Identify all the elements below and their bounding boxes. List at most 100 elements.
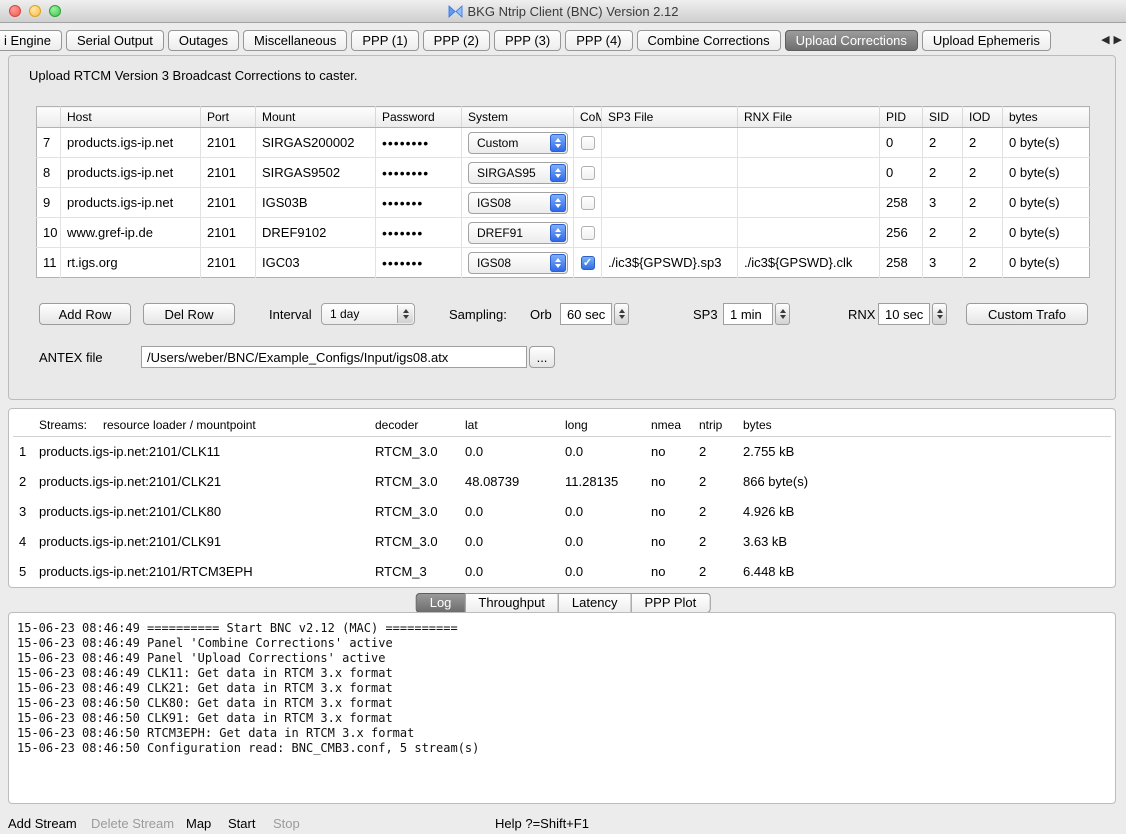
cell-host[interactable]: rt.igs.org <box>61 248 201 278</box>
cell-mount[interactable]: SIRGAS9502 <box>256 158 376 188</box>
spinner-icon[interactable] <box>614 303 629 325</box>
com-checkbox[interactable] <box>581 256 595 270</box>
system-dropdown[interactable]: Custom <box>468 132 568 154</box>
row-number: 7 <box>37 128 61 158</box>
cell-pid[interactable]: 0 <box>880 128 923 158</box>
stream-row[interactable]: 5 products.igs-ip.net:2101/RTCM3EPH RTCM… <box>13 556 1111 586</box>
system-dropdown[interactable]: IGS08 <box>468 252 568 274</box>
tab-outages[interactable]: Outages <box>168 30 239 51</box>
antex-browse-button[interactable]: ... <box>529 346 555 368</box>
cell-password[interactable]: ••••••• <box>376 218 462 248</box>
cell-password[interactable]: ••••••• <box>376 248 462 278</box>
close-button[interactable] <box>9 5 21 17</box>
stream-row[interactable]: 3 products.igs-ip.net:2101/CLK80 RTCM_3.… <box>13 496 1111 526</box>
system-dropdown[interactable]: DREF91 <box>468 222 568 244</box>
cell-sp3-file[interactable]: ./ic3${GPSWD}.sp3 <box>602 248 738 278</box>
stream-row[interactable]: 2 products.igs-ip.net:2101/CLK21 RTCM_3.… <box>13 466 1111 496</box>
tab-miscellaneous[interactable]: Miscellaneous <box>243 30 347 51</box>
rnx-sampling-spinbox[interactable]: 10 sec <box>878 303 947 325</box>
cell-rnx-file[interactable] <box>738 128 880 158</box>
tab-throughput[interactable]: Throughput <box>464 593 559 613</box>
com-checkbox[interactable] <box>581 136 595 150</box>
cell-password[interactable]: •••••••• <box>376 128 462 158</box>
tab-log[interactable]: Log <box>416 593 466 613</box>
cell-pid[interactable]: 258 <box>880 248 923 278</box>
cell-rnx-file[interactable] <box>738 158 880 188</box>
com-checkbox[interactable] <box>581 196 595 210</box>
cell-sid[interactable]: 3 <box>923 248 963 278</box>
cell-sid[interactable]: 2 <box>923 128 963 158</box>
cell-port[interactable]: 2101 <box>201 248 256 278</box>
cell-sp3-file[interactable] <box>602 218 738 248</box>
start-button[interactable]: Start <box>228 816 255 831</box>
cell-rnx-file[interactable] <box>738 218 880 248</box>
cell-sid[interactable]: 2 <box>923 158 963 188</box>
cell-iod[interactable]: 2 <box>963 218 1003 248</box>
spinner-icon[interactable] <box>775 303 790 325</box>
tab-serial-output[interactable]: Serial Output <box>66 30 164 51</box>
cell-sp3-file[interactable] <box>602 158 738 188</box>
header-iod: IOD <box>963 107 1003 128</box>
cell-port[interactable]: 2101 <box>201 218 256 248</box>
tab-scroll-left-icon[interactable]: ◀ <box>1101 33 1109 46</box>
add-stream-button[interactable]: Add Stream <box>8 816 77 831</box>
cell-host[interactable]: products.igs-ip.net <box>61 188 201 218</box>
cell-password[interactable]: ••••••• <box>376 188 462 218</box>
add-row-button[interactable]: Add Row <box>39 303 131 325</box>
interval-dropdown[interactable]: 1 day <box>321 303 415 325</box>
sp3-sampling-spinbox[interactable]: 1 min <box>723 303 790 325</box>
cell-pid[interactable]: 0 <box>880 158 923 188</box>
tab-scroll-right-icon[interactable]: ▶ <box>1114 33 1122 46</box>
antex-file-input[interactable] <box>141 346 527 368</box>
log-panel[interactable]: 15-06-23 08:46:49 ========== Start BNC v… <box>8 612 1116 804</box>
tab-upload-corrections[interactable]: Upload Corrections <box>785 30 918 51</box>
tab-feed-engine[interactable]: i Engine <box>0 30 62 51</box>
tab-ppp-4[interactable]: PPP (4) <box>565 30 632 51</box>
tab-ppp-plot[interactable]: PPP Plot <box>630 593 710 613</box>
cell-rnx-file[interactable]: ./ic3${GPSWD}.clk <box>738 248 880 278</box>
cell-pid[interactable]: 258 <box>880 188 923 218</box>
cell-iod[interactable]: 2 <box>963 128 1003 158</box>
cell-pid[interactable]: 256 <box>880 218 923 248</box>
cell-port[interactable]: 2101 <box>201 128 256 158</box>
del-row-button[interactable]: Del Row <box>143 303 235 325</box>
spinner-icon[interactable] <box>932 303 947 325</box>
cell-iod[interactable]: 2 <box>963 188 1003 218</box>
com-checkbox[interactable] <box>581 166 595 180</box>
cell-iod[interactable]: 2 <box>963 158 1003 188</box>
dropdown-stepper-icon <box>550 224 566 242</box>
cell-host[interactable]: www.gref-ip.de <box>61 218 201 248</box>
system-dropdown[interactable]: SIRGAS95 <box>468 162 568 184</box>
cell-sid[interactable]: 3 <box>923 188 963 218</box>
cell-port[interactable]: 2101 <box>201 188 256 218</box>
system-dropdown[interactable]: IGS08 <box>468 192 568 214</box>
custom-trafo-button[interactable]: Custom Trafo <box>966 303 1088 325</box>
map-button[interactable]: Map <box>186 816 211 831</box>
tab-latency[interactable]: Latency <box>558 593 632 613</box>
titlebar[interactable]: BKG Ntrip Client (BNC) Version 2.12 <box>0 0 1126 23</box>
cell-password[interactable]: •••••••• <box>376 158 462 188</box>
cell-host[interactable]: products.igs-ip.net <box>61 128 201 158</box>
cell-mount[interactable]: IGS03B <box>256 188 376 218</box>
tab-upload-ephemeris[interactable]: Upload Ephemeris <box>922 30 1051 51</box>
stream-row[interactable]: 4 products.igs-ip.net:2101/CLK91 RTCM_3.… <box>13 526 1111 556</box>
cell-host[interactable]: products.igs-ip.net <box>61 158 201 188</box>
cell-rnx-file[interactable] <box>738 188 880 218</box>
cell-mount[interactable]: DREF9102 <box>256 218 376 248</box>
cell-iod[interactable]: 2 <box>963 248 1003 278</box>
zoom-button[interactable] <box>49 5 61 17</box>
cell-sp3-file[interactable] <box>602 128 738 158</box>
com-checkbox[interactable] <box>581 226 595 240</box>
stream-row[interactable]: 1 products.igs-ip.net:2101/CLK11 RTCM_3.… <box>13 436 1111 466</box>
orb-sampling-spinbox[interactable]: 60 sec <box>560 303 629 325</box>
cell-mount[interactable]: IGC03 <box>256 248 376 278</box>
tab-ppp-3[interactable]: PPP (3) <box>494 30 561 51</box>
tab-ppp-2[interactable]: PPP (2) <box>423 30 490 51</box>
cell-sid[interactable]: 2 <box>923 218 963 248</box>
minimize-button[interactable] <box>29 5 41 17</box>
cell-port[interactable]: 2101 <box>201 158 256 188</box>
tab-combine-corrections[interactable]: Combine Corrections <box>637 30 781 51</box>
cell-mount[interactable]: SIRGAS200002 <box>256 128 376 158</box>
cell-sp3-file[interactable] <box>602 188 738 218</box>
tab-ppp-1[interactable]: PPP (1) <box>351 30 418 51</box>
